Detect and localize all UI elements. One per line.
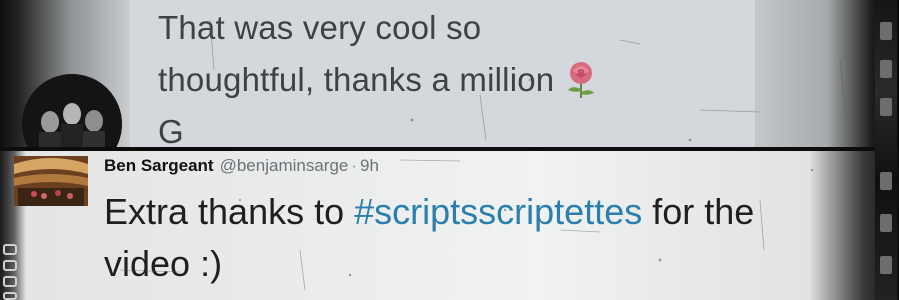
sprocket-hole — [880, 22, 892, 40]
tweet-text-line: thoughtful, thanks a million — [158, 54, 718, 106]
sprocket-hole — [3, 260, 17, 271]
avatar[interactable] — [14, 156, 88, 206]
screenshot-frame: That was very cool so thoughtful, thanks… — [0, 0, 899, 300]
sprocket-hole — [3, 276, 17, 287]
film-sprocket-left — [3, 150, 17, 300]
timestamp[interactable]: 9h — [360, 156, 379, 175]
rose-icon — [560, 59, 602, 99]
sprocket-hole — [880, 172, 892, 190]
sprocket-hole — [880, 256, 892, 274]
sprocket-hole — [3, 244, 17, 255]
tweet-text-segment: for the — [642, 191, 755, 232]
display-name[interactable]: Ben Sargeant — [104, 156, 214, 175]
username-handle[interactable]: @benjaminsarge — [220, 156, 349, 175]
sprocket-hole — [880, 60, 892, 78]
previous-tweet-text: That was very cool so thoughtful, thanks… — [158, 2, 718, 158]
hashtag-link[interactable]: #scriptsscriptettes — [354, 191, 642, 232]
tweet-text-line: video :) — [104, 243, 223, 284]
sprocket-hole — [880, 214, 892, 232]
tweet-text-segment: Extra thanks to — [104, 191, 355, 232]
tweet-text: Extra thanks to #scriptsscriptettes for … — [104, 186, 864, 290]
sprocket-hole — [3, 292, 17, 300]
avatar-image — [14, 156, 88, 206]
tweet-header: Ben Sargeant @benjaminsarge · 9h — [104, 156, 379, 176]
separator-dot: · — [351, 156, 358, 175]
tweet-text-line: Extra thanks to #scriptsscriptettes for … — [104, 186, 864, 238]
tweet-text-line: That was very cool so — [158, 9, 482, 46]
film-sprocket-right — [875, 0, 897, 300]
sprocket-hole — [880, 98, 892, 116]
tweet-text-segment: thoughtful, thanks a million — [158, 61, 555, 98]
